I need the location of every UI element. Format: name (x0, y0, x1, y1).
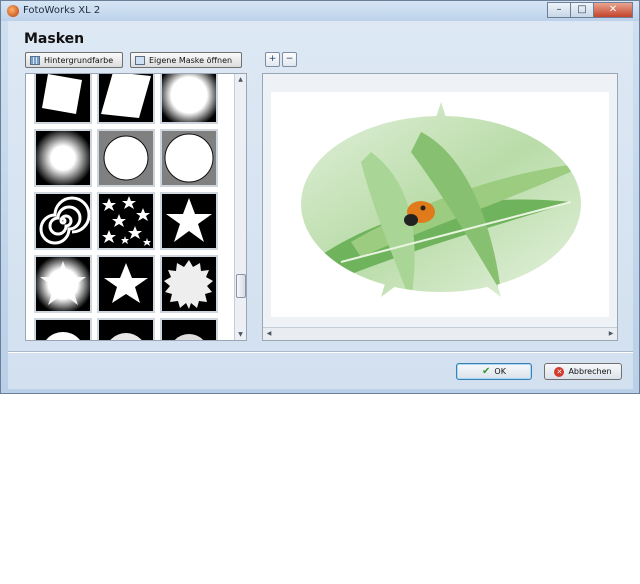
masked-photo (301, 102, 581, 297)
gallery-scrollbar[interactable]: ▲ ▼ (234, 74, 246, 340)
zoom-out-icon: − (285, 54, 294, 64)
zoom-in-button[interactable]: + (265, 52, 280, 67)
mask-grid (34, 74, 218, 340)
mask-burst-2[interactable] (97, 318, 155, 340)
preview-horizontal-scrollbar[interactable]: ◀ ▶ (263, 327, 617, 340)
maximize-button[interactable]: □ (570, 2, 594, 18)
grid-icon (30, 55, 40, 65)
mask-burst-1[interactable] (34, 318, 92, 340)
ok-label: OK (494, 367, 506, 376)
cancel-icon: ✕ (554, 366, 565, 377)
scroll-right-icon[interactable]: ▶ (605, 328, 617, 340)
app-icon (7, 5, 19, 17)
close-button[interactable]: ✕ (593, 2, 633, 18)
background-color-label: Hintergrundfarbe (44, 55, 114, 65)
mask-skewed-square[interactable] (97, 74, 155, 124)
cancel-label: Abbrechen (568, 367, 612, 376)
mask-preview-panel: ◀ ▶ (262, 73, 618, 341)
zoom-in-icon: + (268, 54, 277, 64)
mask-circle-large[interactable] (160, 129, 218, 187)
zoom-out-button[interactable]: − (282, 52, 297, 67)
window-controls: – □ ✕ (547, 2, 633, 18)
page-title: Masken (24, 31, 85, 47)
mask-burst-3[interactable] (160, 318, 218, 340)
dialog-client: Masken Hintergrundfarbe Eigene Maske öff… (8, 21, 633, 389)
footer-separator (8, 351, 633, 353)
background-color-button[interactable]: Hintergrundfarbe (25, 52, 123, 68)
open-mask-label: Eigene Maske öffnen (149, 55, 233, 65)
mask-star-white[interactable] (97, 255, 155, 313)
cancel-button[interactable]: ✕ Abbrechen (544, 363, 622, 380)
open-mask-button[interactable]: Eigene Maske öffnen (130, 52, 242, 68)
mask-rotated-square[interactable] (34, 74, 92, 124)
scrollbar-thumb[interactable] (236, 274, 246, 298)
scroll-down-icon[interactable]: ▼ (235, 329, 246, 340)
window-title: FotoWorks XL 2 (23, 5, 101, 16)
mask-gallery[interactable]: ▲ ▼ (25, 73, 247, 341)
preview-image (271, 92, 609, 317)
mask-circle[interactable] (97, 129, 155, 187)
minimize-button[interactable]: – (547, 2, 571, 18)
mask-soft-square[interactable] (160, 74, 218, 124)
title-bar[interactable]: FotoWorks XL 2 – □ ✕ (1, 1, 639, 21)
mask-soft-square-large[interactable] (34, 129, 92, 187)
mask-star-soft[interactable] (34, 255, 92, 313)
scroll-up-icon[interactable]: ▲ (235, 74, 246, 85)
checkmark-icon: ✔ (482, 366, 491, 377)
ok-button[interactable]: ✔ OK (456, 363, 532, 380)
mask-star[interactable] (160, 192, 218, 250)
open-image-icon (135, 55, 145, 65)
scroll-left-icon[interactable]: ◀ (263, 328, 275, 340)
mask-stars-pattern[interactable] (97, 192, 155, 250)
mask-spiral[interactable] (34, 192, 92, 250)
mask-seal-burst[interactable] (160, 255, 218, 313)
dialog-window: FotoWorks XL 2 – □ ✕ Masken Hintergrundf… (0, 0, 640, 394)
